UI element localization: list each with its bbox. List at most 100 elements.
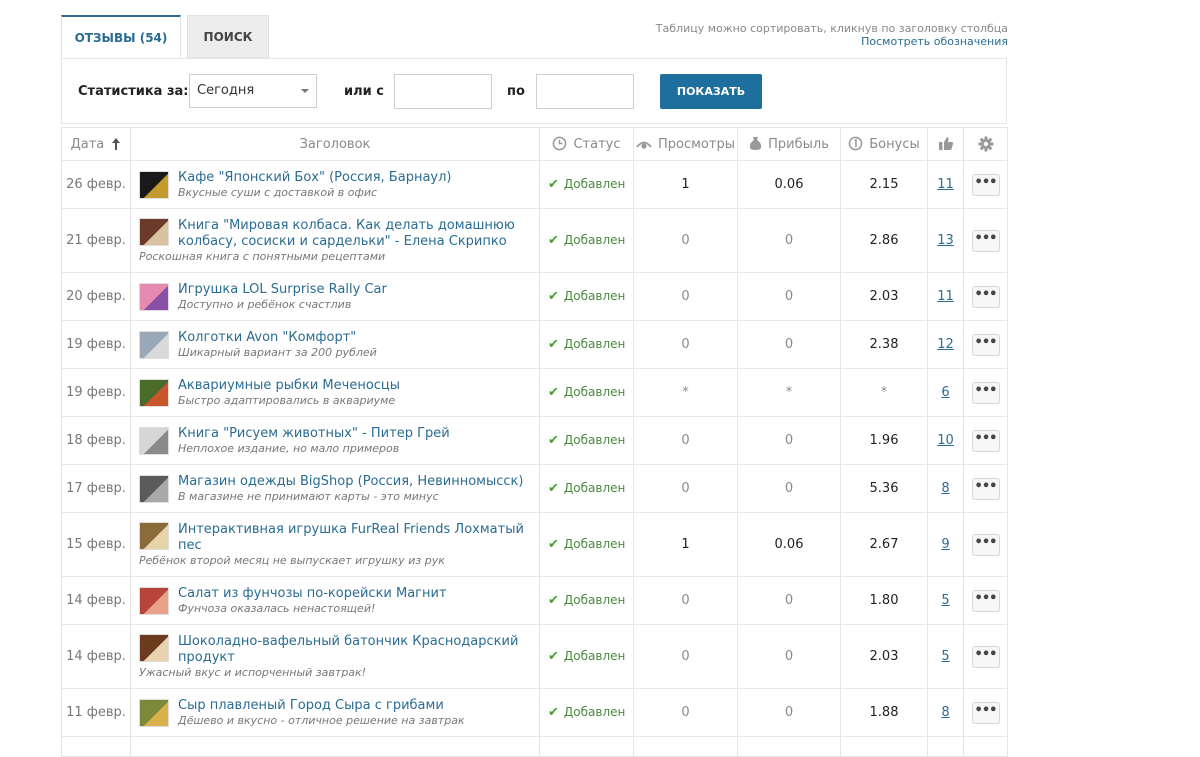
column-status[interactable]: Статус <box>539 127 634 161</box>
more-dots-icon[interactable]: ••• <box>971 229 1000 252</box>
more-dots-icon[interactable]: ••• <box>971 333 1000 356</box>
table-row: 19 февр. Колготки Avon "Комфорт" Шикарны… <box>61 320 1008 369</box>
row-views: 0 <box>633 464 738 513</box>
table-header-row: Дата Заголовок Статус Просмотры Прибыль … <box>61 127 1008 161</box>
row-thumbnail[interactable] <box>139 699 169 727</box>
row-thumbnail[interactable] <box>139 475 169 503</box>
more-dots-icon[interactable]: ••• <box>971 645 1000 668</box>
row-status: ✔ Добавлен <box>539 320 634 369</box>
to-label: по <box>507 84 525 99</box>
more-dots-icon[interactable]: ••• <box>971 589 1000 612</box>
more-dots-icon[interactable]: ••• <box>971 173 1000 196</box>
row-likes-link[interactable]: 8 <box>941 481 949 496</box>
row-likes: 8 <box>927 464 964 513</box>
date-to-input[interactable] <box>536 74 634 109</box>
row-thumbnail[interactable] <box>139 587 169 615</box>
row-title-link[interactable]: Магазин одежды BigShop (Россия, Невинном… <box>178 474 531 490</box>
row-title-link[interactable]: Книга "Мировая колбаса. Как делать домаш… <box>178 218 531 250</box>
row-subtitle: В магазине не принимают карты - это мину… <box>178 489 439 503</box>
row-likes-link[interactable]: 11 <box>937 289 954 304</box>
row-likes-link[interactable]: 12 <box>937 337 954 352</box>
period-select[interactable]: Сегодня <box>189 74 317 108</box>
row-profit <box>737 736 841 757</box>
row-status: ✔ Добавлен <box>539 208 634 273</box>
row-title-link[interactable]: Салат из фунчозы по-корейски Магнит <box>178 586 531 602</box>
more-dots-icon[interactable]: ••• <box>971 533 1000 556</box>
row-likes: 8 <box>927 688 964 737</box>
row-likes: 6 <box>927 368 964 417</box>
row-thumbnail[interactable] <box>139 171 169 199</box>
row-likes-link[interactable]: 9 <box>941 537 949 552</box>
row-thumbnail[interactable] <box>139 634 169 662</box>
row-title-link[interactable]: Игрушка LOL Surprise Rally Car <box>178 282 531 298</box>
legend-link[interactable]: Посмотреть обозначения <box>656 35 1008 48</box>
column-views-label: Просмотры <box>658 136 735 152</box>
row-profit: 0 <box>737 576 841 625</box>
row-title-cell: Магазин одежды BigShop (Россия, Невинном… <box>130 464 540 513</box>
table-row: 14 февр. Шоколадно-вафельный батончик Кр… <box>61 624 1008 689</box>
row-status: ✔ Добавлен <box>539 624 634 689</box>
more-dots-icon[interactable]: ••• <box>971 285 1000 308</box>
row-title-cell: Книга "Рисуем животных" - Питер Грей Неп… <box>130 416 540 465</box>
row-status: ✔ Добавлен <box>539 368 634 417</box>
row-likes-link[interactable]: 10 <box>937 433 954 448</box>
tab-reviews[interactable]: ОТЗЫВЫ (54) <box>61 15 181 58</box>
row-likes-link[interactable]: 8 <box>941 705 949 720</box>
eye-icon <box>636 141 652 149</box>
row-actions: ••• <box>963 576 1008 625</box>
row-title-cell: Игрушка LOL Surprise Rally Car Доступно … <box>130 272 540 321</box>
row-actions: ••• <box>963 368 1008 417</box>
row-actions: ••• <box>963 160 1008 209</box>
row-status: ✔ Добавлен <box>539 688 634 737</box>
row-thumbnail[interactable] <box>139 218 169 246</box>
row-date: 19 февр. <box>61 368 131 417</box>
row-status: ✔ Добавлен <box>539 416 634 465</box>
column-date[interactable]: Дата <box>61 127 131 161</box>
row-title-link[interactable]: Аквариумные рыбки Меченосцы <box>178 378 531 394</box>
row-likes: 13 <box>927 208 964 273</box>
column-title[interactable]: Заголовок <box>130 127 540 161</box>
row-thumbnail[interactable] <box>139 522 169 550</box>
more-dots-icon[interactable]: ••• <box>971 429 1000 452</box>
show-button[interactable]: ПОКАЗАТЬ <box>660 74 762 109</box>
row-title-link[interactable]: Шоколадно-вафельный батончик Краснодарск… <box>178 634 531 666</box>
row-title-link[interactable]: Сыр плавленый Город Сыра с грибами <box>178 698 531 714</box>
column-date-label: Дата <box>70 136 105 152</box>
row-likes-link[interactable]: 5 <box>941 593 949 608</box>
column-likes[interactable] <box>927 127 964 161</box>
row-title-cell: Шоколадно-вафельный батончик Краснодарск… <box>130 624 540 689</box>
row-views: 0 <box>633 320 738 369</box>
row-likes-link[interactable]: 11 <box>937 177 954 192</box>
row-likes-link[interactable]: 13 <box>937 233 954 248</box>
column-bonus[interactable]: Бонусы <box>840 127 928 161</box>
row-bonus: 2.03 <box>840 272 928 321</box>
date-from-input[interactable] <box>394 74 492 109</box>
row-thumbnail[interactable] <box>139 331 169 359</box>
row-date: 18 февр. <box>61 416 131 465</box>
table-hint: Таблицу можно сортировать, кликнув по за… <box>656 22 1008 48</box>
column-profit[interactable]: Прибыль <box>737 127 841 161</box>
row-thumbnail[interactable] <box>139 379 169 407</box>
checkmark-icon: ✔ <box>548 649 559 664</box>
row-likes: 12 <box>927 320 964 369</box>
row-status-label: Добавлен <box>563 433 626 447</box>
row-subtitle: Быстро адаптировались в аквариуме <box>178 393 396 407</box>
row-title-link[interactable]: Книга "Рисуем животных" - Питер Грей <box>178 426 531 442</box>
row-likes-link[interactable]: 6 <box>941 385 949 400</box>
row-title-link[interactable]: Интерактивная игрушка FurReal Friends Ло… <box>178 522 531 554</box>
row-thumbnail[interactable] <box>139 283 169 311</box>
column-views[interactable]: Просмотры <box>633 127 738 161</box>
row-subtitle: Роскошная книга с понятными рецептами <box>139 249 386 263</box>
tab-search[interactable]: ПОИСК <box>187 15 269 58</box>
column-settings[interactable] <box>963 127 1008 161</box>
row-views: 0 <box>633 688 738 737</box>
more-dots-icon[interactable]: ••• <box>971 701 1000 724</box>
period-select-value: Сегодня <box>197 83 255 98</box>
row-likes-link[interactable]: 5 <box>941 649 949 664</box>
more-dots-icon[interactable]: ••• <box>971 381 1000 404</box>
row-likes: 5 <box>927 624 964 689</box>
more-dots-icon[interactable]: ••• <box>971 477 1000 500</box>
row-title-link[interactable]: Колготки Avon "Комфорт" <box>178 330 531 346</box>
row-title-link[interactable]: Кафе "Японский Бох" (Россия, Барнаул) <box>178 170 531 186</box>
row-thumbnail[interactable] <box>139 427 169 455</box>
